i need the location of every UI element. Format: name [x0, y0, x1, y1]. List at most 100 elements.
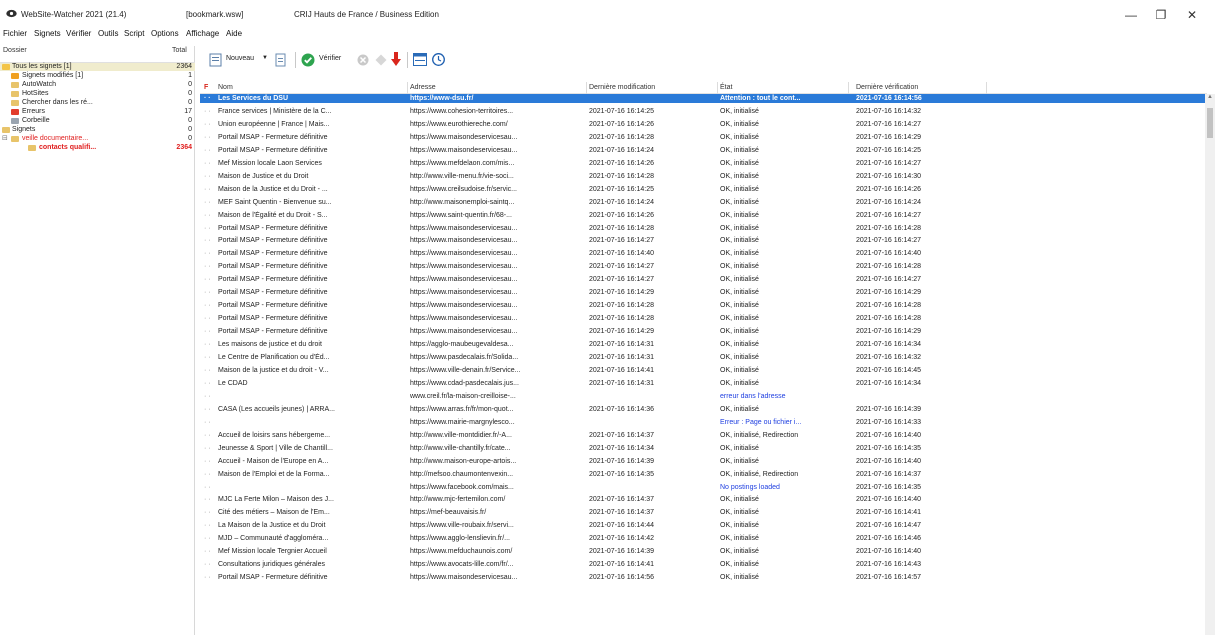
- row-flag-icon[interactable]: · ·: [204, 107, 216, 116]
- menu-aide[interactable]: Aide: [226, 29, 242, 38]
- table-row[interactable]: · · Mef Mission locale Tergnier Accueil ht…: [200, 547, 1207, 556]
- scroll-up-arrow-icon[interactable]: ▲: [1206, 94, 1214, 104]
- row-flag-icon[interactable]: · ·: [204, 249, 216, 258]
- table-row[interactable]: · · Union européenne | France | Mais... ht…: [200, 120, 1207, 129]
- row-flag-icon[interactable]: · ·: [204, 457, 216, 466]
- document-icon[interactable]: [275, 53, 287, 67]
- row-flag-icon[interactable]: · ·: [204, 353, 216, 362]
- tree-item-hotsites[interactable]: HotSites 0: [0, 90, 195, 98]
- row-flag-icon[interactable]: · ·: [204, 314, 216, 323]
- dropdown-arrow-icon[interactable]: ▼: [262, 55, 268, 61]
- row-flag-icon[interactable]: · ·: [204, 340, 216, 349]
- row-flag-icon[interactable]: · ·: [204, 379, 216, 388]
- row-flag-icon[interactable]: · ·: [204, 327, 216, 336]
- table-row[interactable]: · · Maison de l'Égalité et du Droit - S..…: [200, 211, 1207, 220]
- table-row[interactable]: · · CASA (Les accueils jeunes) | ARRA... h…: [200, 405, 1207, 414]
- table-row[interactable]: · · Portail MSAP - Fermeture définitive ht…: [200, 236, 1207, 245]
- row-flag-icon[interactable]: · ·: [204, 405, 216, 414]
- scrollbar-thumb[interactable]: [1207, 108, 1213, 138]
- tree-item-all-bookmarks[interactable]: Tous les signets [1] 2364: [0, 63, 195, 71]
- table-row[interactable]: · · Cité des métiers – Maison de l'Em... h…: [200, 508, 1207, 517]
- down-arrow-icon[interactable]: [391, 52, 401, 67]
- row-flag-icon[interactable]: · ·: [204, 508, 216, 517]
- row-flag-icon[interactable]: · ·: [204, 275, 216, 284]
- row-flag-icon[interactable]: · ·: [204, 172, 216, 181]
- table-row[interactable]: · · MJC La Ferte Milon – Maison des J... h…: [200, 495, 1207, 504]
- table-row[interactable]: · · Portail MSAP - Fermeture définitive ht…: [200, 275, 1207, 284]
- table-row[interactable]: · · Accueil - Maison de l'Europe en A... h…: [200, 457, 1207, 466]
- collapse-toggle-icon[interactable]: ⊟: [2, 135, 8, 143]
- tree-item-contacts[interactable]: contacts qualifi... 2364: [0, 144, 195, 152]
- row-flag-icon[interactable]: · ·: [204, 444, 216, 453]
- row-flag-icon[interactable]: · ·: [204, 495, 216, 504]
- table-row[interactable]: · · Portail MSAP - Fermeture définitive ht…: [200, 301, 1207, 310]
- table-row[interactable]: · · Portail MSAP - Fermeture définitive ht…: [200, 133, 1207, 142]
- row-flag-icon[interactable]: · ·: [204, 159, 216, 168]
- row-flag-icon[interactable]: · ·: [204, 418, 216, 427]
- table-row[interactable]: · · https://www.facebook.com/mais... No po…: [200, 483, 1207, 492]
- table-row[interactable]: · · Jeunesse & Sport | Ville de Chantill.…: [200, 444, 1207, 453]
- table-row[interactable]: · · Portail MSAP - Fermeture définitive ht…: [200, 288, 1207, 297]
- check-button[interactable]: Vérifier: [301, 49, 351, 71]
- table-row[interactable]: · · Portail MSAP - Fermeture définitive ht…: [200, 146, 1207, 155]
- menu-signets[interactable]: Signets: [34, 29, 61, 38]
- row-flag-icon[interactable]: · ·: [204, 392, 216, 401]
- table-row[interactable]: · · Accueil de loisirs sans hébergeme... h…: [200, 431, 1207, 440]
- tree-item-errors[interactable]: Erreurs 17: [0, 108, 195, 116]
- column-divider[interactable]: [586, 82, 587, 94]
- table-row[interactable]: · · Maison de la justice et du droit - V.…: [200, 366, 1207, 375]
- state-column-header[interactable]: État: [720, 84, 732, 91]
- menu-outils[interactable]: Outils: [98, 29, 118, 38]
- tree-item-veille[interactable]: ⊟ veille documentaire... 0: [0, 135, 195, 143]
- table-row[interactable]: · · Maison de l'Emploi et de la Forma... h…: [200, 470, 1207, 479]
- menu-fichier[interactable]: Fichier: [3, 29, 27, 38]
- tree-item-trash[interactable]: Corbeille 0: [0, 117, 195, 125]
- table-row[interactable]: · · Le CDAD https://www.cdad-pasdecalais.j…: [200, 379, 1207, 388]
- navigate-icon[interactable]: [375, 54, 387, 66]
- table-row[interactable]: · · Portail MSAP - Fermeture définitive ht…: [200, 224, 1207, 233]
- row-flag-icon[interactable]: · ·: [204, 94, 216, 103]
- table-row[interactable]: · · La Maison de la Justice et du Droit ht…: [200, 521, 1207, 530]
- table-row[interactable]: · · Portail MSAP - Fermeture définitive ht…: [200, 573, 1207, 582]
- row-flag-icon[interactable]: · ·: [204, 547, 216, 556]
- table-row[interactable]: · · Les maisons de justice et du droit htt…: [200, 340, 1207, 349]
- menu-affichage[interactable]: Affichage: [186, 29, 219, 38]
- column-divider[interactable]: [848, 82, 849, 94]
- stop-icon[interactable]: [357, 54, 369, 66]
- name-column-header[interactable]: Nom: [218, 84, 233, 91]
- total-column-header[interactable]: Total: [172, 47, 187, 54]
- close-button[interactable]: ✕: [1181, 6, 1203, 24]
- tree-item-search[interactable]: Chercher dans les ré... 0: [0, 99, 195, 107]
- row-flag-icon[interactable]: · ·: [204, 146, 216, 155]
- tree-item-autowatch[interactable]: AutoWatch 0: [0, 81, 195, 89]
- row-flag-icon[interactable]: · ·: [204, 573, 216, 582]
- row-flag-icon[interactable]: · ·: [204, 133, 216, 142]
- address-column-header[interactable]: Adresse: [410, 84, 436, 91]
- row-flag-icon[interactable]: · ·: [204, 301, 216, 310]
- menu-options[interactable]: Options: [151, 29, 179, 38]
- menu-script[interactable]: Script: [124, 29, 144, 38]
- row-flag-icon[interactable]: · ·: [204, 431, 216, 440]
- minimize-button[interactable]: —: [1120, 6, 1142, 24]
- window-layout-icon[interactable]: [413, 53, 427, 66]
- table-row[interactable]: · · France services | Ministère de la C..…: [200, 107, 1207, 116]
- table-row[interactable]: · · Maison de Justice et du Droit http://w…: [200, 172, 1207, 181]
- table-row[interactable]: · · Le Centre de Planification ou d'Éd...…: [200, 353, 1207, 362]
- row-flag-icon[interactable]: · ·: [204, 366, 216, 375]
- folder-column-header[interactable]: Dossier: [3, 47, 27, 54]
- table-row[interactable]: · · Portail MSAP - Fermeture définitive ht…: [200, 249, 1207, 258]
- checked-column-header[interactable]: Dernière vérification: [856, 84, 918, 91]
- row-flag-icon[interactable]: · ·: [204, 262, 216, 271]
- column-divider[interactable]: [986, 82, 987, 94]
- row-flag-icon[interactable]: · ·: [204, 534, 216, 543]
- column-divider[interactable]: [717, 82, 718, 94]
- menu-verifier[interactable]: Vérifier: [66, 29, 91, 38]
- table-row[interactable]: · · www.creil.fr/la-maison-creilloise-...…: [200, 392, 1207, 401]
- row-flag-icon[interactable]: · ·: [204, 236, 216, 245]
- flag-column-header[interactable]: F: [204, 84, 208, 91]
- table-row[interactable]: · · Portail MSAP - Fermeture définitive ht…: [200, 327, 1207, 336]
- row-flag-icon[interactable]: · ·: [204, 198, 216, 207]
- tree-item-modified[interactable]: Signets modifiés [1] 1: [0, 72, 195, 80]
- clock-icon[interactable]: [432, 53, 445, 66]
- new-button[interactable]: Nouveau ▼: [209, 49, 269, 71]
